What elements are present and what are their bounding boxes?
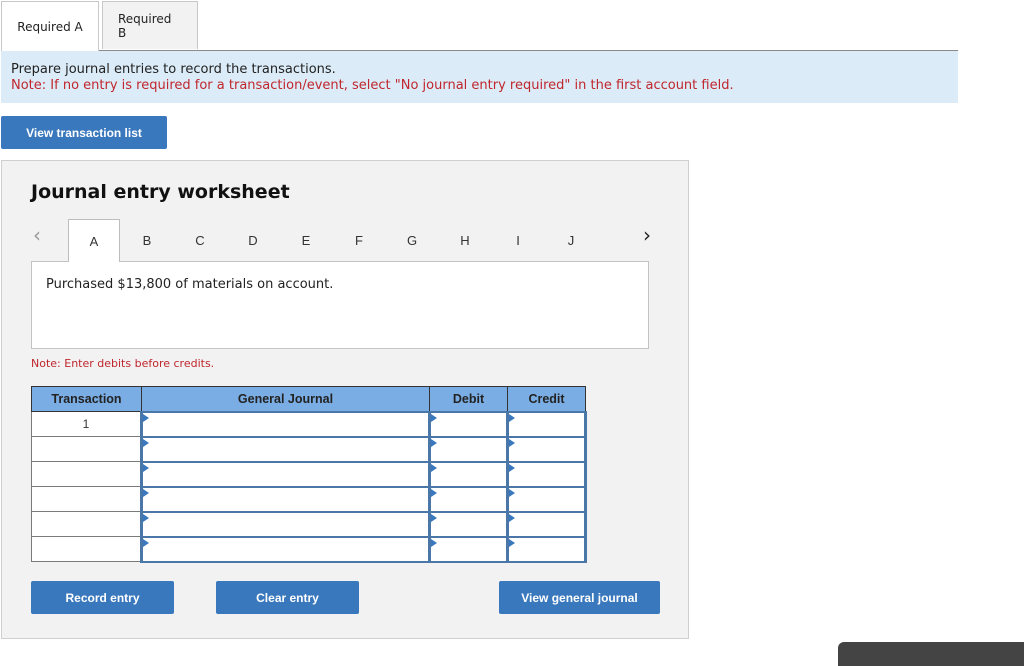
instructions-text: Prepare journal entries to record the tr… [11, 62, 336, 77]
table-row [31, 435, 587, 463]
letter-tab-j[interactable]: J [545, 219, 597, 261]
chevron-left-icon[interactable]: ‹ [33, 223, 41, 247]
debit-input[interactable] [428, 460, 509, 488]
transaction-description: Purchased $13,800 of materials on accoun… [31, 261, 649, 349]
instructions-panel: Prepare journal entries to record the tr… [1, 51, 958, 103]
letter-tab-f[interactable]: F [333, 219, 385, 261]
header-transaction: Transaction [31, 386, 142, 412]
account-input[interactable] [140, 535, 431, 563]
journal-entry-worksheet: Journal entry worksheet ‹ ABCDEFGHIJ › P… [1, 160, 689, 639]
table-row: 1 [31, 410, 587, 438]
credit-input[interactable] [506, 510, 587, 538]
letter-tab-e[interactable]: E [280, 219, 332, 261]
chevron-right-icon[interactable]: › [643, 223, 651, 247]
journal-table-header: Transaction General Journal Debit Credit [31, 386, 586, 412]
tab-required-b[interactable]: Required B [102, 1, 198, 49]
header-credit: Credit [507, 386, 586, 412]
table-row [31, 485, 587, 513]
instructions-note: Note: If no entry is required for a tran… [11, 78, 734, 93]
transaction-cell [31, 461, 142, 487]
table-row [31, 460, 587, 488]
transaction-description-text: Purchased $13,800 of materials on accoun… [46, 277, 334, 292]
account-input[interactable] [140, 485, 431, 513]
transaction-cell: 1 [31, 411, 142, 437]
credit-input[interactable] [506, 535, 587, 563]
debit-input[interactable] [428, 535, 509, 563]
tab-required-a[interactable]: Required A [1, 1, 99, 51]
letter-tab-i[interactable]: I [492, 219, 544, 261]
credit-input[interactable] [506, 410, 587, 438]
overlay-bar [838, 642, 1024, 666]
account-input[interactable] [140, 510, 431, 538]
transaction-cell [31, 436, 142, 462]
account-input[interactable] [140, 410, 431, 438]
journal-table: Transaction General Journal Debit Credit… [31, 386, 587, 563]
account-input[interactable] [140, 435, 431, 463]
record-entry-button[interactable]: Record entry [31, 581, 174, 614]
debit-input[interactable] [428, 435, 509, 463]
worksheet-title: Journal entry worksheet [31, 181, 290, 203]
account-input[interactable] [140, 460, 431, 488]
transaction-cell [31, 511, 142, 537]
letter-tab-a[interactable]: A [68, 219, 120, 262]
letter-tab-c[interactable]: C [174, 219, 226, 261]
debit-input[interactable] [428, 485, 509, 513]
tab-divider [1, 50, 958, 51]
transaction-cell [31, 536, 142, 562]
requirement-tabs: Required A Required B [1, 1, 198, 51]
debits-note: Note: Enter debits before credits. [31, 357, 215, 370]
transaction-cell [31, 486, 142, 512]
letter-tab-g[interactable]: G [386, 219, 438, 261]
letter-tab-d[interactable]: D [227, 219, 279, 261]
letter-tab-h[interactable]: H [439, 219, 491, 261]
header-debit: Debit [429, 386, 508, 412]
view-transaction-list-button[interactable]: View transaction list [1, 116, 167, 149]
table-row [31, 535, 587, 563]
view-general-journal-button[interactable]: View general journal [499, 581, 660, 614]
table-row [31, 510, 587, 538]
debit-input[interactable] [428, 410, 509, 438]
clear-entry-button[interactable]: Clear entry [216, 581, 359, 614]
header-general-journal: General Journal [141, 386, 430, 412]
credit-input[interactable] [506, 435, 587, 463]
credit-input[interactable] [506, 460, 587, 488]
credit-input[interactable] [506, 485, 587, 513]
letter-tab-b[interactable]: B [121, 219, 173, 261]
debit-input[interactable] [428, 510, 509, 538]
